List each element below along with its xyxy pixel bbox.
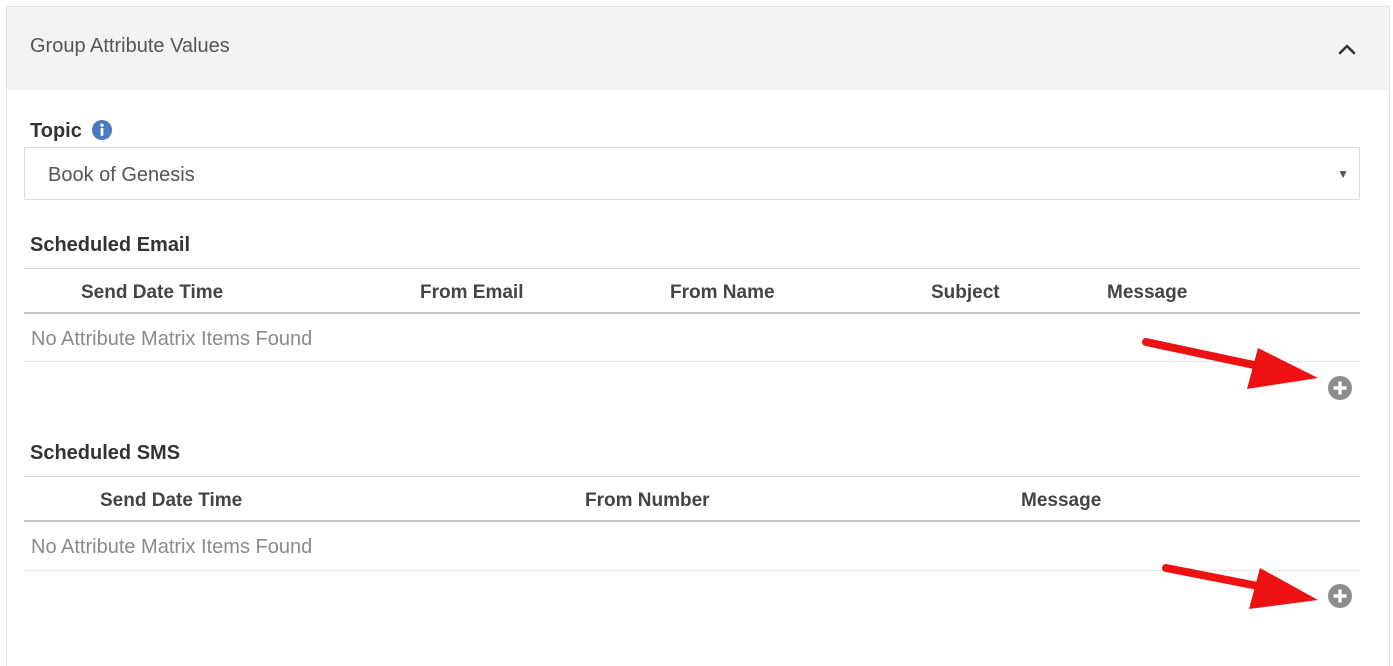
email-col-from-name[interactable]: From Name — [670, 282, 775, 304]
sms-col-message[interactable]: Message — [1021, 490, 1101, 512]
add-email-item-button[interactable] — [1328, 376, 1352, 400]
topic-select-value: Book of Genesis — [48, 164, 195, 186]
caret-down-icon: ▼ — [1337, 167, 1349, 181]
sms-table-top-border — [24, 476, 1360, 477]
email-col-from-email[interactable]: From Email — [420, 282, 523, 304]
info-icon[interactable] — [92, 120, 112, 140]
panel-title: Group Attribute Values — [30, 35, 230, 57]
topic-select[interactable]: Book of Genesis ▼ — [24, 147, 1360, 200]
sms-table-bottom-border — [24, 570, 1360, 571]
email-col-subject[interactable]: Subject — [931, 282, 1000, 304]
email-table-header-border — [24, 312, 1360, 314]
sms-table-header-border — [24, 520, 1360, 522]
add-sms-item-button[interactable] — [1328, 584, 1352, 608]
sms-col-send-date-time[interactable]: Send Date Time — [100, 490, 242, 512]
sms-col-from-number[interactable]: From Number — [585, 490, 710, 512]
chevron-up-icon — [1338, 44, 1356, 55]
topic-label: Topic — [30, 120, 82, 142]
scheduled-sms-label: Scheduled SMS — [30, 442, 181, 464]
panel-header[interactable]: Group Attribute Values — [7, 7, 1389, 90]
collapse-button[interactable] — [1327, 33, 1367, 65]
email-table-bottom-border — [24, 361, 1360, 362]
email-col-send-date-time[interactable]: Send Date Time — [81, 282, 223, 304]
email-empty-message: No Attribute Matrix Items Found — [31, 328, 313, 350]
email-table-top-border — [24, 268, 1360, 269]
scheduled-email-label: Scheduled Email — [30, 234, 191, 256]
email-col-message[interactable]: Message — [1107, 282, 1187, 304]
sms-empty-message: No Attribute Matrix Items Found — [31, 536, 313, 558]
